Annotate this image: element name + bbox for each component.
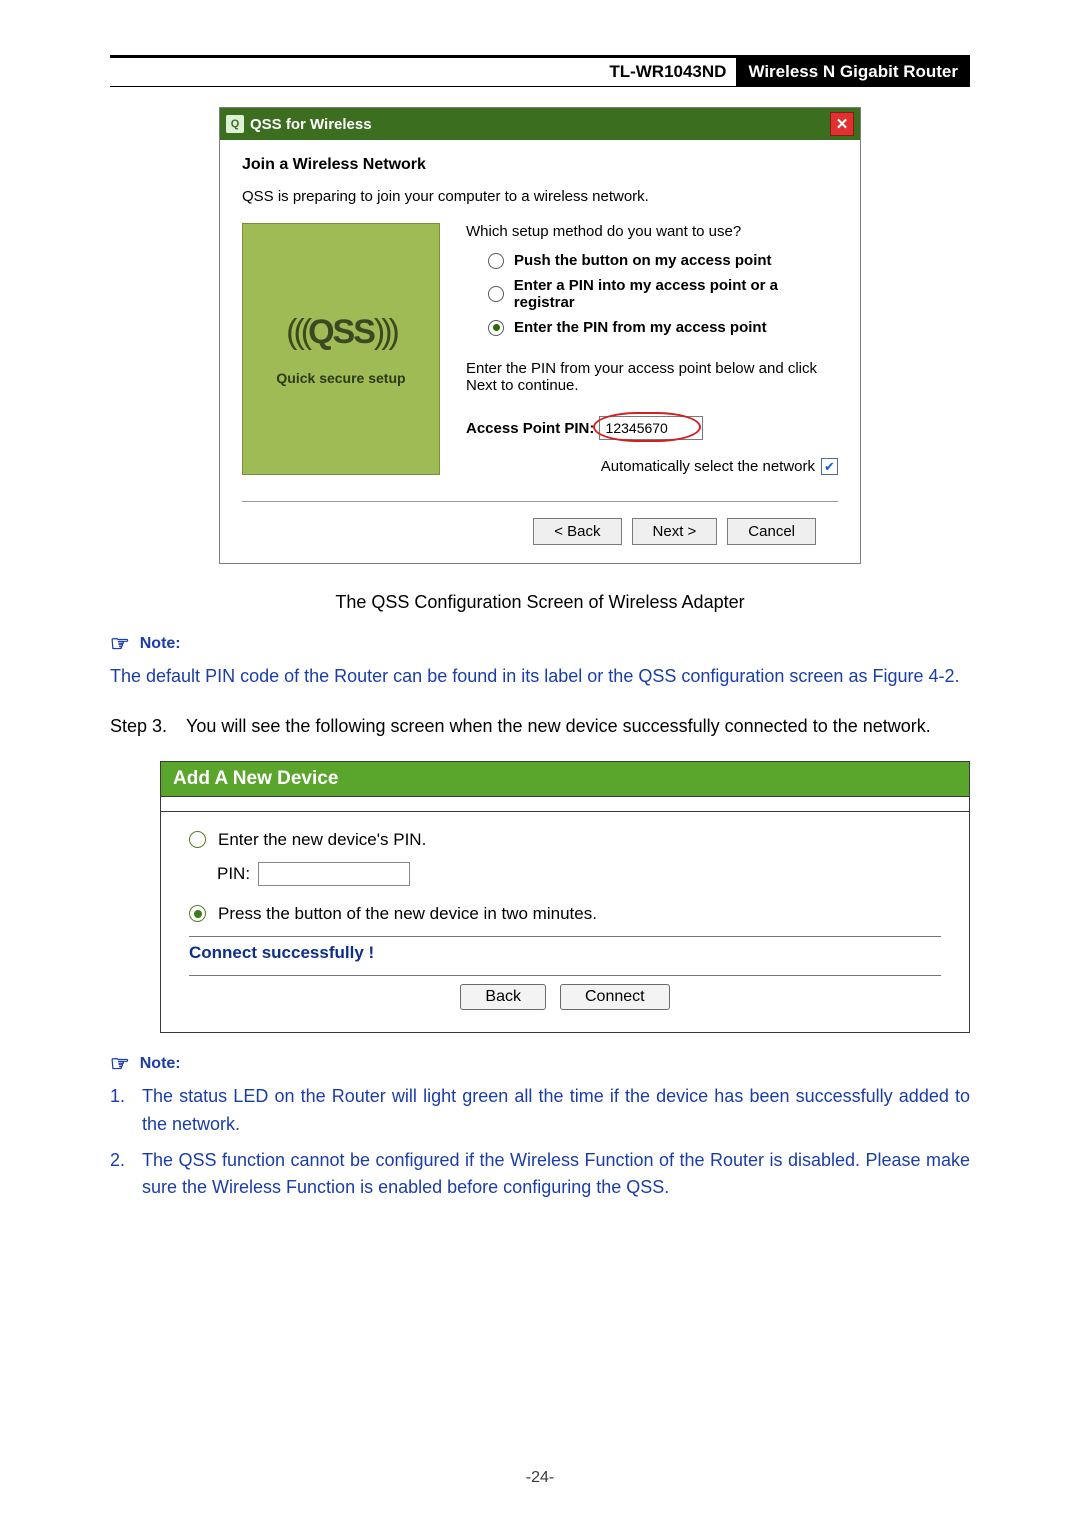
dialog-title: QSS for Wireless (250, 116, 830, 133)
join-heading: Join a Wireless Network (242, 156, 838, 174)
device-pin-input[interactable] (258, 862, 410, 886)
back-button[interactable]: < Back (533, 518, 621, 545)
option-enter-pin-to-ap[interactable]: Enter a PIN into my access point or a re… (488, 277, 838, 311)
panel-connect-button[interactable]: Connect (560, 984, 670, 1010)
auto-select-label: Automatically select the network (601, 458, 815, 475)
qss-side-panel: (((QSS))) Quick secure setup (242, 223, 440, 475)
close-icon[interactable]: ✕ (830, 112, 854, 136)
next-button[interactable]: Next > (632, 518, 718, 545)
doc-header: TL-WR1043ND Wireless N Gigabit Router (110, 58, 970, 86)
panel-back-button[interactable]: Back (460, 984, 546, 1010)
qss-app-icon: Q (226, 115, 244, 133)
device-pin-label: PIN: (217, 864, 250, 884)
product-name: Wireless N Gigabit Router (736, 58, 970, 86)
step-3: Step 3.You will see the following screen… (110, 713, 970, 741)
panel-title: Add A New Device (161, 762, 969, 797)
dialog-titlebar: Q QSS for Wireless ✕ (220, 108, 860, 140)
note-body: The default PIN code of the Router can b… (110, 663, 970, 691)
ap-pin-input[interactable] (599, 416, 703, 440)
figure-caption: The QSS Configuration Screen of Wireless… (110, 592, 970, 613)
note-item-2: 2.The QSS function cannot be configured … (110, 1147, 970, 1203)
option-enter-device-pin[interactable]: Enter the new device's PIN. (189, 830, 941, 850)
add-device-panel: Add A New Device Enter the new device's … (160, 761, 970, 1033)
ap-pin-label: Access Point PIN: (466, 420, 594, 437)
qss-subtitle: Quick secure setup (276, 370, 405, 386)
cancel-button[interactable]: Cancel (727, 518, 816, 545)
note-item-1: 1.The status LED on the Router will ligh… (110, 1083, 970, 1139)
model-number: TL-WR1043ND (609, 58, 736, 86)
page-number: -24- (0, 1469, 1080, 1487)
pointing-hand-icon: ☞ (110, 1051, 130, 1077)
pin-hint: Enter the PIN from your access point bel… (466, 360, 838, 394)
pointing-hand-icon: ☞ (110, 631, 130, 657)
connect-success-text: Connect successfully ! (189, 937, 941, 975)
note-heading-2: ☞ Note: (110, 1051, 970, 1077)
auto-select-checkbox[interactable]: ✔ (821, 458, 838, 475)
note-heading: ☞ Note: (110, 631, 970, 657)
option-push-button[interactable]: Push the button on my access point (488, 252, 838, 269)
prepare-text: QSS is preparing to join your computer t… (242, 188, 838, 205)
option-press-device-button[interactable]: Press the button of the new device in tw… (189, 904, 941, 924)
option-enter-pin-from-ap[interactable]: Enter the PIN from my access point (488, 319, 838, 336)
setup-question: Which setup method do you want to use? (466, 223, 838, 240)
qss-dialog: Q QSS for Wireless ✕ Join a Wireless Net… (219, 107, 861, 564)
